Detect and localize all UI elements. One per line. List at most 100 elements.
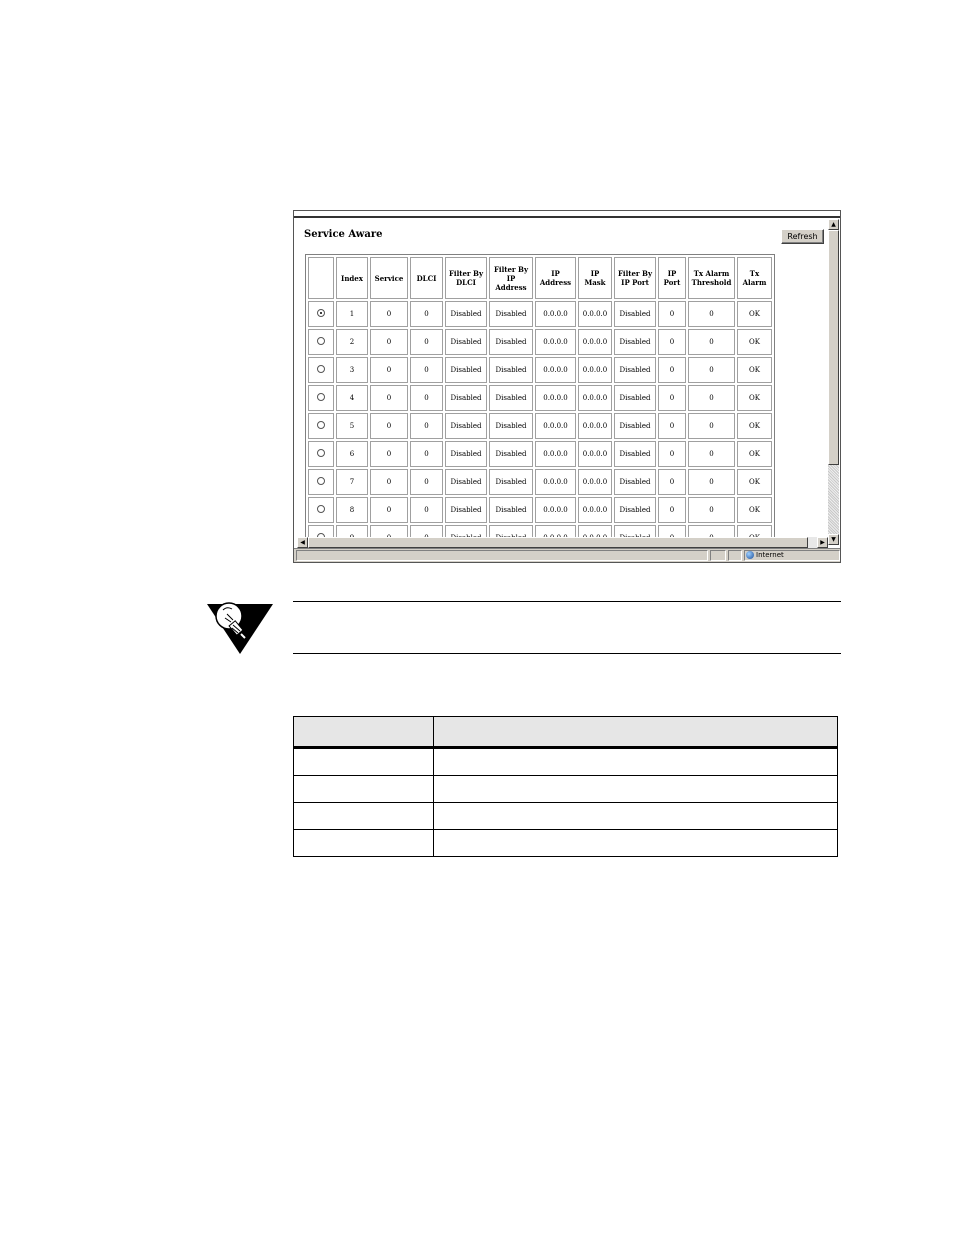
row-select-radio[interactable] [317, 421, 325, 429]
empty-cell [433, 829, 838, 857]
scroll-left-icon[interactable]: ◀ [297, 537, 308, 548]
row-select-radio[interactable] [317, 393, 325, 401]
table-cell: 0 [370, 469, 408, 495]
column-header: Service [370, 257, 408, 299]
table-cell: Disabled [489, 497, 533, 523]
table-cell: 0 [370, 413, 408, 439]
table-cell: 0 [658, 497, 686, 523]
table-row: 3 0 0 Disabled Disabled 0.0.0.0 0.0.0.0 Disable… [308, 357, 772, 383]
row-select-cell [308, 497, 334, 523]
table-cell: 0.0.0.0 [535, 385, 576, 411]
table-cell: OK [737, 329, 772, 355]
column-header: Index [336, 257, 368, 299]
table-cell: 6 [336, 441, 368, 467]
row-select-cell [308, 301, 334, 327]
browser-screenshot: Service Aware Refresh Index Service DLCI… [293, 210, 841, 563]
vertical-scroll-thumb[interactable] [828, 230, 839, 465]
column-header: IP Port [658, 257, 686, 299]
table-cell: 0.0.0.0 [578, 385, 612, 411]
status-message-pane [296, 550, 708, 561]
status-pane [728, 550, 742, 561]
table-cell: 0.0.0.0 [535, 413, 576, 439]
window-top-edge [294, 211, 840, 218]
vertical-scroll-track[interactable] [828, 465, 839, 534]
column-header: Tx Alarm [737, 257, 772, 299]
table-cell: 0.0.0.0 [578, 441, 612, 467]
table-cell: 0 [370, 385, 408, 411]
table-cell: 0 [688, 385, 735, 411]
status-bar: Internet [294, 548, 840, 562]
table-cell: OK [737, 441, 772, 467]
empty-cell [293, 747, 434, 776]
horizontal-scrollbar[interactable]: ◀ ▶ [297, 537, 828, 548]
note-top-rule [293, 601, 841, 602]
table-cell: Disabled [489, 413, 533, 439]
table-cell: Disabled [445, 301, 487, 327]
column-header: DLCI [410, 257, 443, 299]
table-cell: Disabled [445, 413, 487, 439]
vertical-scrollbar[interactable]: ▲ ▼ [828, 219, 839, 545]
globe-icon [746, 551, 754, 559]
empty-cell [293, 829, 434, 857]
row-select-cell [308, 469, 334, 495]
row-select-radio[interactable] [317, 477, 325, 485]
table-row: 2 0 0 Disabled Disabled 0.0.0.0 0.0.0.0 Disable… [308, 329, 772, 355]
table-cell: Disabled [489, 357, 533, 383]
table-cell: 0 [370, 441, 408, 467]
table-cell: 0 [658, 385, 686, 411]
row-select-radio[interactable] [317, 309, 325, 317]
row-select-cell [308, 441, 334, 467]
empty-header-cell [433, 716, 838, 749]
table-cell: 0 [688, 301, 735, 327]
table-cell: 0 [658, 469, 686, 495]
scroll-up-icon[interactable]: ▲ [828, 219, 839, 230]
table-cell: Disabled [445, 357, 487, 383]
table-cell: OK [737, 413, 772, 439]
table-cell: Disabled [489, 329, 533, 355]
table-cell: 0 [410, 497, 443, 523]
table-cell: Disabled [614, 385, 656, 411]
table-cell: Disabled [489, 385, 533, 411]
row-select-radio[interactable] [317, 505, 325, 513]
table-cell: 0 [370, 357, 408, 383]
service-aware-table: Index Service DLCI Filter By DLCI Filter… [305, 254, 775, 545]
row-select-radio[interactable] [317, 449, 325, 457]
table-cell: 0.0.0.0 [535, 497, 576, 523]
zone-label: Internet [756, 551, 784, 559]
table-cell: 0 [658, 301, 686, 327]
row-select-radio[interactable] [317, 337, 325, 345]
table-cell: Disabled [489, 469, 533, 495]
empty-table-row [293, 775, 838, 803]
scroll-down-icon[interactable]: ▼ [828, 534, 839, 545]
table-cell: Disabled [614, 301, 656, 327]
table-cell: 0.0.0.0 [535, 441, 576, 467]
row-select-radio[interactable] [317, 365, 325, 373]
table-row: 4 0 0 Disabled Disabled 0.0.0.0 0.0.0.0 Disable… [308, 385, 772, 411]
table-cell: 5 [336, 413, 368, 439]
empty-header-cell [293, 716, 434, 749]
empty-cell [293, 775, 434, 803]
column-header: Filter By IP Port [614, 257, 656, 299]
page-viewport: Service Aware Refresh Index Service DLCI… [297, 219, 827, 545]
table-cell: 0 [410, 301, 443, 327]
row-select-cell [308, 329, 334, 355]
table-row: 6 0 0 Disabled Disabled 0.0.0.0 0.0.0.0 Disable… [308, 441, 772, 467]
scroll-right-icon[interactable]: ▶ [817, 537, 828, 548]
refresh-button[interactable]: Refresh [781, 229, 824, 244]
table-cell: 4 [336, 385, 368, 411]
table-cell: 0.0.0.0 [578, 301, 612, 327]
table-row: 1 0 0 Disabled Disabled 0.0.0.0 0.0.0.0 Disable… [308, 301, 772, 327]
table-cell: 0 [370, 301, 408, 327]
table-row: 5 0 0 Disabled Disabled 0.0.0.0 0.0.0.0 Disable… [308, 413, 772, 439]
status-pane [710, 550, 726, 561]
table-cell: 0 [658, 357, 686, 383]
table-header-row: Index Service DLCI Filter By DLCI Filter… [308, 257, 772, 299]
table-cell: Disabled [445, 497, 487, 523]
empty-table-row [293, 829, 838, 857]
table-cell: Disabled [614, 413, 656, 439]
table-cell: Disabled [489, 441, 533, 467]
table-cell: 0 [688, 441, 735, 467]
table-cell: 0.0.0.0 [535, 301, 576, 327]
horizontal-scroll-thumb[interactable] [308, 537, 808, 548]
column-header [308, 257, 334, 299]
